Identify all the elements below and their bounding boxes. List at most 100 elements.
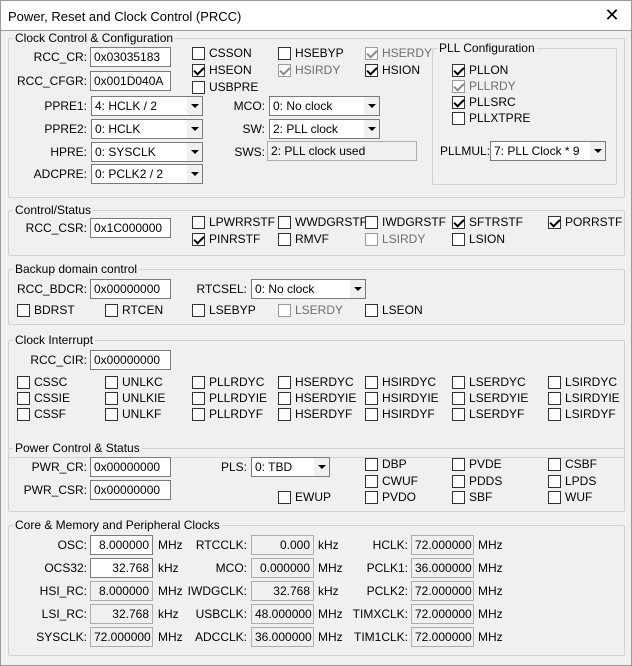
checkbox-box[interactable] <box>452 112 465 125</box>
checkbox-label: LSERDY <box>295 303 344 317</box>
chevron-down-icon[interactable] <box>186 165 202 183</box>
checkbox-box[interactable] <box>105 376 118 389</box>
rtcsel-value: 0: No clock <box>255 282 315 296</box>
checkbox-box[interactable] <box>548 408 561 421</box>
checkbox-box[interactable] <box>278 376 291 389</box>
window-title: Power, Reset and Clock Control (PRCC) <box>8 9 242 24</box>
checkbox-box[interactable] <box>452 491 465 504</box>
checkbox-box[interactable] <box>365 392 378 405</box>
checkbox-box[interactable] <box>548 491 561 504</box>
group-legend: Core & Memory and Peripheral Clocks <box>13 518 222 532</box>
checkbox-box[interactable] <box>452 233 465 246</box>
checkbox-box[interactable] <box>278 47 291 60</box>
checkbox-box[interactable] <box>105 304 118 317</box>
checkbox-box[interactable] <box>105 408 118 421</box>
timxclk-unit: MHz <box>478 607 503 621</box>
mco-select[interactable]: 0: No clock <box>269 96 380 116</box>
chevron-down-icon[interactable] <box>589 142 605 160</box>
checkbox-label: PVDO <box>382 490 417 504</box>
checkbox-box[interactable] <box>192 216 205 229</box>
checkbox-box[interactable] <box>452 376 465 389</box>
checkbox-box[interactable] <box>192 392 205 405</box>
checkbox-box[interactable] <box>452 216 465 229</box>
checkbox-box[interactable] <box>192 233 205 246</box>
checkbox-box[interactable] <box>17 408 30 421</box>
checkbox-label: PORRSTF <box>565 215 623 229</box>
rcc-csr-field[interactable]: 0x1C000000 <box>90 218 171 238</box>
chevron-down-icon[interactable] <box>186 143 202 161</box>
checkbox-box[interactable] <box>452 96 465 109</box>
chevron-down-icon[interactable] <box>363 120 379 138</box>
checkbox-box[interactable] <box>192 81 205 94</box>
osc-field[interactable]: 8.000000 <box>90 535 153 555</box>
rcc-cfgr-field[interactable]: 0x001D040A <box>90 71 171 91</box>
checkbox-box[interactable] <box>365 376 378 389</box>
checkbox-box[interactable] <box>365 458 378 471</box>
checkbox-box[interactable] <box>365 475 378 488</box>
chevron-down-icon[interactable] <box>313 458 329 476</box>
tim1clk-label: TIM1CLK: <box>353 630 408 644</box>
checkbox-box[interactable] <box>17 376 30 389</box>
adcclk-value: 36.000000 <box>251 627 314 647</box>
checkbox-box[interactable] <box>105 392 118 405</box>
rcc-cr-label: RCC_CR: <box>33 50 87 64</box>
checkbox-box[interactable] <box>278 491 291 504</box>
checkbox-label: CSSIE <box>34 391 71 405</box>
sw-select[interactable]: 2: PLL clock <box>269 119 380 139</box>
checkbox-box[interactable] <box>452 392 465 405</box>
pls-select[interactable]: 0: TBD <box>251 457 330 477</box>
chevron-down-icon[interactable] <box>186 120 202 138</box>
osc-label: OSC: <box>57 538 87 552</box>
pls-label: PLS: <box>220 460 247 474</box>
chevron-down-icon[interactable] <box>186 97 202 115</box>
checkbox-box[interactable] <box>452 64 465 77</box>
checkbox-label: PLLRDYF <box>209 407 264 421</box>
checkbox-label: BDRST <box>34 303 75 317</box>
checkbox-box[interactable] <box>278 408 291 421</box>
checkbox-box[interactable] <box>452 475 465 488</box>
checkbox-box[interactable] <box>365 216 378 229</box>
checkbox-box[interactable] <box>548 376 561 389</box>
checkbox-box[interactable] <box>192 408 205 421</box>
checkbox-box[interactable] <box>452 458 465 471</box>
checkbox-box[interactable] <box>548 458 561 471</box>
checkbox-box[interactable] <box>365 408 378 421</box>
checkbox-box[interactable] <box>452 408 465 421</box>
adcpre-select[interactable]: 0: PCLK2 / 2 <box>91 164 203 184</box>
checkbox-box[interactable] <box>365 304 378 317</box>
checkbox-box[interactable] <box>365 64 378 77</box>
hpre-select[interactable]: 0: SYSCLK <box>91 142 203 162</box>
hclk-value: 72.000000 <box>411 535 474 555</box>
rcc-bdcr-field[interactable]: 0x00000000 <box>90 279 171 299</box>
checkbox-box[interactable] <box>192 376 205 389</box>
close-icon[interactable]: ✕ <box>601 4 623 26</box>
rcc-cir-field[interactable]: 0x00000000 <box>90 350 171 370</box>
checkbox-label: DBP <box>382 457 407 471</box>
checkbox-box[interactable] <box>548 475 561 488</box>
checkbox-box[interactable] <box>365 491 378 504</box>
checkbox-box[interactable] <box>278 216 291 229</box>
checkbox-box[interactable] <box>192 64 205 77</box>
checkbox-box[interactable] <box>17 392 30 405</box>
checkbox-label: HSERDYF <box>295 407 353 421</box>
ocs32-field[interactable]: 32.768 <box>90 558 153 578</box>
checkbox-box[interactable] <box>278 233 291 246</box>
checkbox-label: UNLKC <box>122 375 163 389</box>
checkbox-box[interactable] <box>17 304 30 317</box>
rtcsel-select[interactable]: 0: No clock <box>251 279 366 299</box>
pclk2-unit: MHz <box>478 584 503 598</box>
checkbox-box[interactable] <box>192 47 205 60</box>
checkbox-box[interactable] <box>192 304 205 317</box>
checkbox-box[interactable] <box>548 216 561 229</box>
pllmul-select[interactable]: 7: PLL Clock * 9 <box>490 141 606 161</box>
chevron-down-icon[interactable] <box>349 280 365 298</box>
rcc-cr-field[interactable]: 0x03035183 <box>90 47 171 67</box>
checkbox-box[interactable] <box>278 392 291 405</box>
chevron-down-icon[interactable] <box>363 97 379 115</box>
pwr-csr-field[interactable]: 0x00000000 <box>90 480 171 500</box>
checkbox-box[interactable] <box>548 392 561 405</box>
ppre1-select[interactable]: 4: HCLK / 2 <box>91 96 203 116</box>
pwr-cr-label: PWR_CR: <box>31 460 87 474</box>
pwr-cr-field[interactable]: 0x00000000 <box>90 457 171 477</box>
ppre2-select[interactable]: 0: HCLK <box>91 119 203 139</box>
